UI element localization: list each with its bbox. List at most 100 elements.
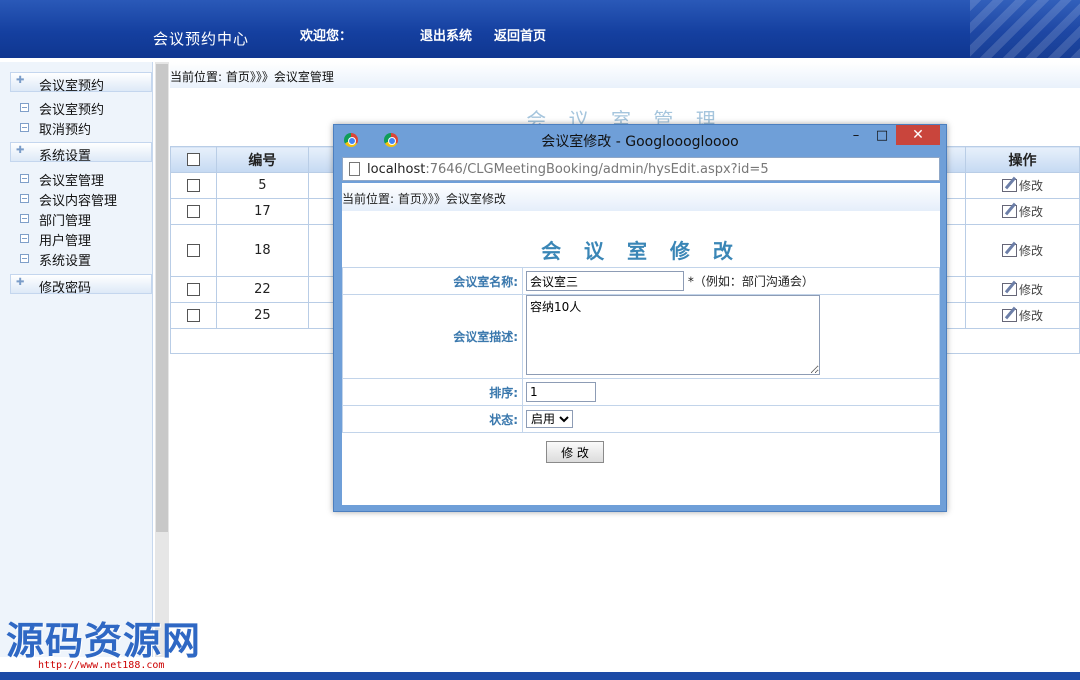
edit-link[interactable]: 修改 <box>1002 309 1043 323</box>
row-action-cell: 修改 <box>965 302 1080 329</box>
tree-node-icon <box>20 254 29 263</box>
edit-label: 修改 <box>1019 244 1044 258</box>
row-action-cell: 修改 <box>965 224 1080 277</box>
row-select-cell <box>170 198 217 225</box>
sidebar-group-label: 系统设置 <box>39 149 92 164</box>
row-action-cell: 修改 <box>965 276 1080 303</box>
row-id: 18 <box>215 224 309 277</box>
row-select-cell <box>170 224 217 277</box>
name-hint: *（例如：部门沟通会） <box>687 274 814 289</box>
expand-icon: ✚ <box>16 145 25 156</box>
status-select[interactable]: 启用 <box>526 410 573 428</box>
row-checkbox[interactable] <box>186 205 200 218</box>
row-select-cell <box>170 276 217 303</box>
edit-label: 修改 <box>1019 283 1044 297</box>
order-cell <box>522 378 940 406</box>
row-select-cell <box>170 302 217 329</box>
row-checkbox[interactable] <box>186 244 200 257</box>
tree-node-icon <box>20 103 29 112</box>
address-bar[interactable]: localhost:7646/CLGMeetingBooking/admin/h… <box>342 157 940 181</box>
select-all-checkbox[interactable] <box>186 153 200 166</box>
address-url: localhost:7646/CLGMeetingBooking/admin/h… <box>367 162 769 177</box>
app-title: 会议预约中心 <box>153 30 250 48</box>
breadcrumb: 当前位置: 首页》》》会议室管理 <box>170 62 1080 88</box>
edit-icon <box>1002 309 1018 322</box>
name-label: 会议室名称: <box>342 267 523 295</box>
expand-icon: ✚ <box>16 75 25 86</box>
order-label: 排序: <box>342 378 523 406</box>
sidebar-group-label: 会议室预约 <box>39 79 105 94</box>
watermark-logo: 源码资源网 <box>6 619 202 663</box>
sidebar-item-label: 部门管理 <box>39 214 92 229</box>
sidebar-group-password[interactable]: ✚ 修改密码 <box>10 274 152 296</box>
url-path: :7646/CLGMeetingBooking/admin/hysEdit.as… <box>425 162 769 177</box>
room-name-input[interactable] <box>526 271 684 291</box>
sidebar-group-settings[interactable]: ✚ 系统设置 <box>10 142 152 164</box>
bottom-bar <box>0 672 1080 680</box>
description-label: 会议室描述: <box>342 294 523 379</box>
logout-link[interactable]: 退出系统 <box>420 25 472 44</box>
status-label: 状态: <box>342 405 523 433</box>
sort-order-input[interactable] <box>526 382 596 402</box>
edit-icon <box>1002 244 1018 257</box>
tree-node-icon <box>20 214 29 223</box>
sidebar-item-label: 会议室管理 <box>39 174 105 189</box>
column-header-id: 编号 <box>215 146 309 173</box>
dialog-breadcrumb: 当前位置: 首页》》》会议室修改 <box>342 183 940 211</box>
sidebar-item-label: 用户管理 <box>39 234 92 249</box>
row-select-cell <box>170 172 217 199</box>
edit-link[interactable]: 修改 <box>1002 244 1043 258</box>
edit-icon <box>1002 179 1018 192</box>
dialog-content: 当前位置: 首页》》》会议室修改 会 议 室 修 改 会议室名称: *（例如：部… <box>342 183 940 505</box>
minimize-button[interactable]: – <box>846 127 866 147</box>
home-link[interactable]: 返回首页 <box>494 25 546 44</box>
sidebar-item-label: 会议室预约 <box>39 103 105 118</box>
sidebar-group-label: 修改密码 <box>39 281 92 296</box>
row-checkbox[interactable] <box>186 283 200 296</box>
edit-form: 会议室名称: *（例如：部门沟通会） 会议室描述: 容纳10人 排序: 状态 <box>342 267 940 433</box>
edit-label: 修改 <box>1019 309 1044 323</box>
dialog-titlebar[interactable]: 会议室修改 - Googlooogloooo – □ ✕ <box>334 125 946 155</box>
close-button[interactable]: ✕ <box>896 125 940 145</box>
row-id: 5 <box>215 172 309 199</box>
tree-node-icon <box>20 234 29 243</box>
watermark-url: http://www.net188.com <box>38 660 165 671</box>
room-description-textarea[interactable]: 容纳10人 <box>526 295 820 375</box>
url-host: localhost <box>367 162 426 177</box>
edit-label: 修改 <box>1019 179 1044 193</box>
edit-icon <box>1002 205 1018 218</box>
sidebar: ✚ 会议室预约 会议室预约 取消预约 ✚ 系统设置 会议室管理 会议内容管理 部… <box>0 62 153 657</box>
edit-link[interactable]: 修改 <box>1002 205 1043 219</box>
name-cell: *（例如：部门沟通会） <box>522 267 940 295</box>
top-header: 会议预约中心 欢迎您： 退出系统 返回首页 <box>0 0 1080 58</box>
row-id: 22 <box>215 276 309 303</box>
tree-node-icon <box>20 174 29 183</box>
edit-icon <box>1002 283 1018 296</box>
form-title: 会 议 室 修 改 <box>541 239 741 263</box>
row-action-cell: 修改 <box>965 198 1080 225</box>
row-checkbox[interactable] <box>186 309 200 322</box>
edit-link[interactable]: 修改 <box>1002 179 1043 193</box>
row-checkbox[interactable] <box>186 179 200 192</box>
submit-edit-button[interactable]: 修 改 <box>546 441 604 463</box>
scrollbar-thumb[interactable] <box>156 64 168 532</box>
select-all-header <box>170 146 217 173</box>
edit-link[interactable]: 修改 <box>1002 283 1043 297</box>
row-id: 17 <box>215 198 309 225</box>
description-cell: 容纳10人 <box>522 294 940 379</box>
sidebar-item-label: 会议内容管理 <box>39 194 118 209</box>
welcome-text: 欢迎您： <box>300 29 353 44</box>
column-header-action: 操作 <box>965 146 1080 173</box>
row-action-cell: 修改 <box>965 172 1080 199</box>
edit-room-dialog: 会议室修改 - Googlooogloooo – □ ✕ localhost:7… <box>333 124 947 512</box>
edit-label: 修改 <box>1019 205 1044 219</box>
sidebar-item-label: 系统设置 <box>39 254 92 269</box>
sidebar-item-label: 取消预约 <box>39 123 92 138</box>
status-cell: 启用 <box>522 405 940 433</box>
tree-node-icon <box>20 123 29 132</box>
sidebar-group-booking[interactable]: ✚ 会议室预约 <box>10 72 152 94</box>
maximize-button[interactable]: □ <box>872 127 892 147</box>
sidebar-scrollbar[interactable] <box>155 62 169 657</box>
header-decoration <box>970 0 1080 58</box>
page-icon <box>349 162 360 176</box>
